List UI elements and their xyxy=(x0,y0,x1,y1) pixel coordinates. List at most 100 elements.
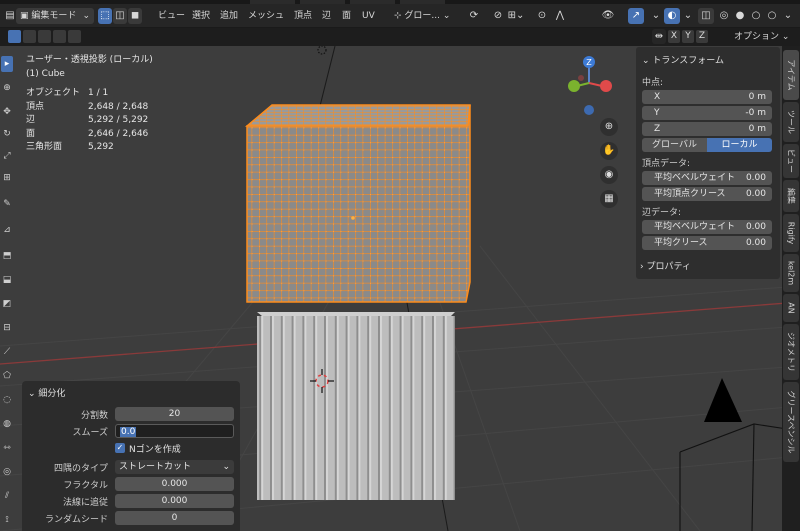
create-ngons-checkbox[interactable]: ✓ xyxy=(115,443,125,453)
cuts-field[interactable]: 20 xyxy=(115,407,234,421)
menu-vertex[interactable]: 頂点 xyxy=(290,8,316,24)
tab-an[interactable]: AN xyxy=(783,294,799,322)
shrink-tool-icon[interactable]: ◎ xyxy=(1,464,13,480)
overlay-toggle-icon[interactable]: ◐ xyxy=(664,8,680,24)
spin-tool-icon[interactable]: ◌ xyxy=(1,392,13,408)
snap-icon[interactable]: ⊘ xyxy=(490,8,506,24)
light-icon[interactable] xyxy=(317,46,327,55)
bevel-tool-icon[interactable]: ◩ xyxy=(1,296,13,312)
fractal-field[interactable]: 0.000 xyxy=(115,477,234,491)
scale-tool-icon[interactable]: ⤢ xyxy=(1,148,13,164)
move-tool-icon[interactable]: ✥ xyxy=(1,104,13,120)
mirror-y-button[interactable]: Y xyxy=(682,30,694,43)
local-button[interactable]: ローカル xyxy=(707,138,772,152)
menu-uv[interactable]: UV xyxy=(358,8,379,24)
orientation-gizmo[interactable]: Z xyxy=(568,56,612,115)
annotate-tool-icon[interactable]: ✎ xyxy=(1,196,13,212)
vertex-select-icon[interactable]: ⬚ xyxy=(98,8,112,24)
rotate-tool-icon[interactable]: ↻ xyxy=(1,126,13,142)
menu-select[interactable]: 選択 xyxy=(188,8,214,24)
gizmo-neg-x-axis[interactable] xyxy=(578,75,584,81)
tab-kel2m[interactable]: kel2m xyxy=(783,254,799,292)
lower-cube[interactable] xyxy=(257,312,455,500)
edge-select-icon[interactable]: ◫ xyxy=(113,8,127,24)
edge-crease-field[interactable]: 平均クリース 0.00 xyxy=(642,236,772,250)
tab-item[interactable]: アイテム xyxy=(783,50,799,100)
wireframe-shading-icon[interactable]: ◎ xyxy=(716,8,732,24)
menu-face[interactable]: 面 xyxy=(338,8,355,24)
transform-panel-header[interactable]: ⌄ トランスフォーム xyxy=(642,53,724,66)
mirror-icon[interactable]: ⇹ xyxy=(652,29,666,44)
tab-rigify[interactable]: Rigify xyxy=(783,214,799,252)
snap-target-icon[interactable]: ⊞⌄ xyxy=(506,8,526,24)
measure-tool-icon[interactable]: ⊿ xyxy=(1,222,13,238)
along-normal-field[interactable]: 0.000 xyxy=(115,494,234,508)
select-subtract-icon[interactable] xyxy=(38,30,51,43)
gizmo-toggle-icon[interactable]: ↗ xyxy=(628,8,644,24)
gizmo-neg-z-axis[interactable] xyxy=(584,105,594,115)
transform-orientation-dropdown[interactable]: ⊹ グロー... ⌄ xyxy=(390,8,462,24)
chevron-down-icon[interactable]: ⌄ xyxy=(780,8,796,24)
select-extend-icon[interactable] xyxy=(23,30,36,43)
perspective-grid-icon[interactable]: ▦ xyxy=(600,190,618,208)
select-invert-icon[interactable] xyxy=(53,30,66,43)
smoothness-field[interactable]: 0.0 xyxy=(115,424,234,438)
menu-mesh[interactable]: メッシュ xyxy=(244,8,288,24)
chevron-down-icon[interactable]: ⌄ xyxy=(680,8,696,24)
falloff-icon[interactable]: ⋀ xyxy=(552,8,568,24)
select-new-icon[interactable] xyxy=(8,30,21,43)
chevron-down-icon[interactable]: ⌄ xyxy=(648,8,664,24)
camera-view-icon[interactable]: ◉ xyxy=(600,166,618,184)
solid-shading-icon[interactable]: ● xyxy=(732,8,748,24)
vertex-bevel-weight-field[interactable]: 平均ベベルウェイト 0.00 xyxy=(642,171,772,185)
menu-add[interactable]: 追加 xyxy=(216,8,242,24)
vertex-crease-field[interactable]: 平均頂点クリース 0.00 xyxy=(642,187,772,201)
material-shading-icon[interactable]: ○ xyxy=(748,8,764,24)
options-dropdown[interactable]: オプション ⌄ xyxy=(730,29,793,45)
tab-view[interactable]: ビュー xyxy=(783,144,799,178)
extrude-tool-icon[interactable]: ⬒ xyxy=(1,248,13,264)
cursor-tool-icon[interactable]: ⊕ xyxy=(1,80,13,96)
menu-view[interactable]: ビュー xyxy=(154,8,189,24)
selected-cube[interactable] xyxy=(244,104,471,303)
tab-geometry[interactable]: ジオメトリ xyxy=(783,324,799,380)
smooth-tool-icon[interactable]: ◍ xyxy=(1,416,13,432)
mode-dropdown[interactable]: ▣ 編集モード ⌄ xyxy=(16,8,94,24)
random-seed-field[interactable]: 0 xyxy=(115,511,234,525)
gizmo-y-axis[interactable] xyxy=(568,80,580,92)
transform-tool-icon[interactable]: ⊞ xyxy=(1,170,13,186)
redo-panel-header[interactable]: ⌄ 細分化 xyxy=(28,386,65,399)
loopcut-tool-icon[interactable]: ⊟ xyxy=(1,320,13,336)
edge-bevel-weight-field[interactable]: 平均ベベルウェイト 0.00 xyxy=(642,220,772,234)
menu-icon[interactable]: ▤ xyxy=(4,8,16,24)
mirror-x-button[interactable]: X xyxy=(668,30,680,43)
tab-edit[interactable]: 編集 xyxy=(783,180,799,212)
menu-edge[interactable]: 辺 xyxy=(318,8,335,24)
median-x-field[interactable]: X0 m xyxy=(642,90,772,104)
select-tool-icon[interactable]: ▸ xyxy=(1,56,13,72)
pan-hand-icon[interactable]: ✋ xyxy=(600,142,618,160)
inset-tool-icon[interactable]: ⬓ xyxy=(1,272,13,288)
proportional-edit-icon[interactable]: ⊙ xyxy=(534,8,550,24)
mirror-z-button[interactable]: Z xyxy=(696,30,708,43)
edge-slide-tool-icon[interactable]: ⇿ xyxy=(1,440,13,456)
rip-tool-icon[interactable]: ⟟ xyxy=(1,512,13,528)
gizmo-x-axis[interactable] xyxy=(600,80,612,92)
rendered-shading-icon[interactable]: ○ xyxy=(764,8,780,24)
select-intersect-icon[interactable] xyxy=(68,30,81,43)
xray-toggle-icon[interactable]: ◫ xyxy=(698,8,714,24)
tab-tool[interactable]: ツール xyxy=(783,102,799,142)
visibility-icon[interactable]: 👁 xyxy=(600,8,616,24)
zoom-icon[interactable]: ⊕ xyxy=(600,118,618,136)
pivot-icon[interactable]: ⟳ xyxy=(466,8,482,24)
shear-tool-icon[interactable]: ⫽ xyxy=(1,488,13,504)
polybuild-tool-icon[interactable]: ⬠ xyxy=(1,368,13,384)
global-button[interactable]: グローバル xyxy=(642,138,707,152)
median-z-field[interactable]: Z0 m xyxy=(642,122,772,136)
quad-corner-dropdown[interactable]: ストレートカット ⌄ xyxy=(115,460,234,474)
properties-panel-header[interactable]: › プロパティ xyxy=(640,259,691,272)
median-y-field[interactable]: Y -0 m xyxy=(642,106,772,120)
face-select-icon[interactable]: ◼ xyxy=(128,8,142,24)
knife-tool-icon[interactable]: ⟋ xyxy=(1,344,13,360)
tab-grease-pencil[interactable]: グリースペンシル xyxy=(783,382,799,462)
